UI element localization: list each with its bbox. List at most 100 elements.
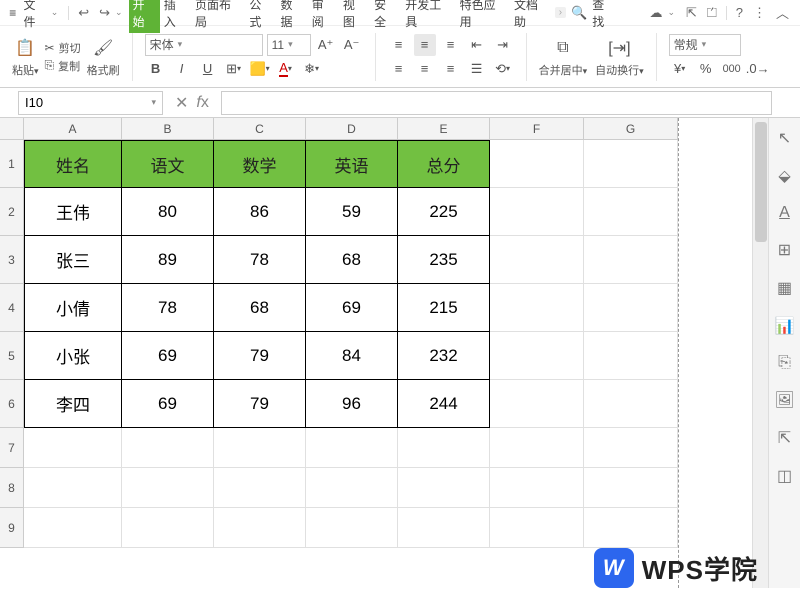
- merge-cells-icon[interactable]: ⧉: [551, 36, 575, 60]
- cell[interactable]: [214, 468, 306, 508]
- cell[interactable]: 78: [122, 284, 214, 332]
- cell[interactable]: 232: [398, 332, 490, 380]
- cell[interactable]: [490, 428, 584, 468]
- cell[interactable]: [122, 468, 214, 508]
- underline-button[interactable]: U: [197, 58, 219, 80]
- share-icon[interactable]: ⇱: [686, 5, 697, 21]
- cell[interactable]: 数学: [214, 140, 306, 188]
- cell[interactable]: [584, 428, 678, 468]
- row-header-8[interactable]: 8: [0, 468, 24, 508]
- cell[interactable]: [584, 188, 678, 236]
- cell[interactable]: [584, 332, 678, 380]
- decrease-font-icon[interactable]: A⁻: [341, 34, 363, 56]
- help-icon[interactable]: ?: [736, 5, 743, 20]
- file-dropdown-icon[interactable]: ⌄: [51, 7, 59, 18]
- merge-label[interactable]: 合并居中: [539, 65, 583, 77]
- select-all-corner[interactable]: [0, 118, 24, 140]
- cell[interactable]: [24, 508, 122, 548]
- cell[interactable]: 小张: [24, 332, 122, 380]
- number-format-select[interactable]: 常规▾: [669, 34, 741, 56]
- cell[interactable]: 69: [122, 332, 214, 380]
- cell[interactable]: [398, 428, 490, 468]
- image-tool-icon[interactable]: 🖼: [774, 390, 794, 410]
- cell[interactable]: 225: [398, 188, 490, 236]
- cell[interactable]: 69: [122, 380, 214, 428]
- export-icon[interactable]: ⏍: [707, 5, 717, 21]
- align-top-icon[interactable]: ≡: [388, 34, 410, 56]
- cell[interactable]: 语文: [122, 140, 214, 188]
- format-painter-icon[interactable]: 🖌: [91, 36, 115, 60]
- cell[interactable]: [24, 428, 122, 468]
- tab-overflow-icon[interactable]: ›: [555, 7, 566, 18]
- cell[interactable]: [584, 380, 678, 428]
- align-right-icon[interactable]: ≡: [440, 58, 462, 80]
- cell[interactable]: [584, 236, 678, 284]
- col-header-A[interactable]: A: [24, 118, 122, 140]
- cell[interactable]: [306, 508, 398, 548]
- col-header-D[interactable]: D: [306, 118, 398, 140]
- comma-icon[interactable]: 000: [721, 58, 743, 80]
- cell[interactable]: 59: [306, 188, 398, 236]
- distribute-icon[interactable]: ☰: [466, 58, 488, 80]
- cloud-dropdown-icon[interactable]: ⌄: [667, 7, 675, 18]
- spreadsheet-grid[interactable]: ABCDEFG 123456789 姓名语文数学英语总分王伟808659225张…: [0, 118, 752, 588]
- row-header-9[interactable]: 9: [0, 508, 24, 548]
- increase-font-icon[interactable]: A⁺: [315, 34, 337, 56]
- cell[interactable]: 姓名: [24, 140, 122, 188]
- cell[interactable]: 235: [398, 236, 490, 284]
- cell[interactable]: 68: [214, 284, 306, 332]
- wrap-text-icon[interactable]: [⇥]: [607, 36, 631, 60]
- back-icon[interactable]: ↩: [78, 5, 89, 21]
- cell[interactable]: [24, 468, 122, 508]
- font-name-select[interactable]: 宋体▾: [145, 34, 263, 56]
- share-tool-icon[interactable]: ⇱: [778, 428, 791, 448]
- col-header-F[interactable]: F: [490, 118, 584, 140]
- collapse-icon[interactable]: ︿: [776, 3, 789, 22]
- row-header-4[interactable]: 4: [0, 284, 24, 332]
- cell[interactable]: 68: [306, 236, 398, 284]
- indent-decrease-icon[interactable]: ⇤: [466, 34, 488, 56]
- cell[interactable]: [490, 188, 584, 236]
- chart-tool-icon[interactable]: 📊: [775, 316, 795, 336]
- cell[interactable]: [490, 140, 584, 188]
- cell[interactable]: 总分: [398, 140, 490, 188]
- cell[interactable]: 80: [122, 188, 214, 236]
- col-header-C[interactable]: C: [214, 118, 306, 140]
- cut-label[interactable]: 剪切: [59, 40, 81, 56]
- row-header-1[interactable]: 1: [0, 140, 24, 188]
- cell[interactable]: [122, 428, 214, 468]
- cell[interactable]: [584, 508, 678, 548]
- cell[interactable]: 89: [122, 236, 214, 284]
- name-box-dropdown-icon[interactable]: ▾: [151, 97, 156, 108]
- cell[interactable]: [584, 468, 678, 508]
- cell[interactable]: [490, 284, 584, 332]
- cell[interactable]: 李四: [24, 380, 122, 428]
- cell[interactable]: [122, 508, 214, 548]
- cell[interactable]: [490, 380, 584, 428]
- forward-icon[interactable]: ↪: [99, 5, 110, 21]
- row-header-2[interactable]: 2: [0, 188, 24, 236]
- history-dropdown-icon[interactable]: ⌄: [115, 7, 123, 18]
- formula-input[interactable]: [221, 91, 772, 115]
- menu-hamburger-icon[interactable]: ≡: [6, 6, 20, 20]
- cell[interactable]: [306, 428, 398, 468]
- backup-tool-icon[interactable]: ◫: [777, 466, 792, 486]
- cell[interactable]: [490, 236, 584, 284]
- app-tool-icon[interactable]: ▦: [777, 278, 792, 298]
- cell[interactable]: [306, 468, 398, 508]
- scrollbar-thumb[interactable]: [755, 122, 767, 242]
- cell[interactable]: 69: [306, 284, 398, 332]
- wrap-label[interactable]: 自动换行: [595, 65, 639, 77]
- row-header-7[interactable]: 7: [0, 428, 24, 468]
- percent-icon[interactable]: %: [695, 58, 717, 80]
- select-tool-icon[interactable]: ⬙: [778, 166, 790, 186]
- search-icon[interactable]: 🔍: [571, 5, 587, 21]
- font-size-select[interactable]: 11▾: [267, 34, 311, 56]
- phonetic-button[interactable]: ❄▾: [301, 58, 323, 80]
- row-header-3[interactable]: 3: [0, 236, 24, 284]
- cell[interactable]: [584, 140, 678, 188]
- format-tool-icon[interactable]: A: [779, 204, 790, 222]
- cell[interactable]: 78: [214, 236, 306, 284]
- cell[interactable]: 小倩: [24, 284, 122, 332]
- col-header-E[interactable]: E: [398, 118, 490, 140]
